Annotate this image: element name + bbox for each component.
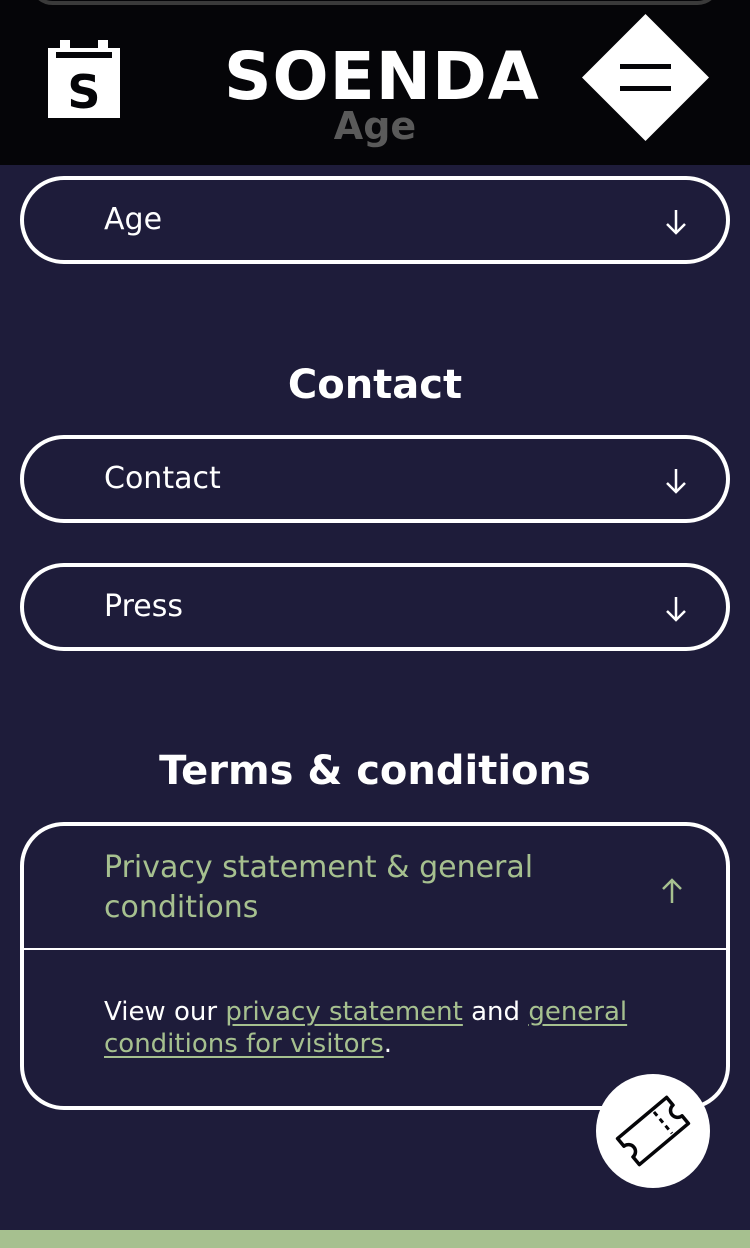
svg-text:S: S: [67, 65, 100, 119]
ghost-section-title: Age: [333, 104, 417, 148]
privacy-statement-link[interactable]: privacy statement: [225, 997, 463, 1027]
accordion-privacy-header[interactable]: Privacy statement & general conditions: [24, 826, 726, 948]
site-header: S SOENDA Age: [0, 0, 750, 165]
accordion-age-label: Age: [104, 202, 163, 237]
accordion-contact[interactable]: Contact: [20, 435, 730, 523]
accordion-age[interactable]: Age: [20, 176, 730, 264]
accordion-press[interactable]: Press: [20, 563, 730, 651]
arrow-down-icon: [666, 210, 686, 235]
calendar-s-logo-icon[interactable]: S: [46, 38, 122, 120]
footer-band: [0, 1230, 750, 1248]
accordion-privacy-body: View our privacy statement and general c…: [104, 996, 664, 1060]
arrow-down-icon: [666, 597, 686, 622]
body-suffix: .: [383, 1029, 393, 1059]
arrow-down-icon: [666, 469, 686, 494]
accordion-privacy-label: Privacy statement & general conditions: [104, 850, 534, 925]
accordion-contact-label: Contact: [104, 461, 221, 496]
accordion-divider: [24, 948, 726, 950]
accordion-press-label: Press: [104, 589, 183, 624]
body-prefix: View our: [104, 997, 218, 1027]
tickets-button[interactable]: [596, 1074, 710, 1188]
section-title-terms: Terms & conditions: [159, 748, 591, 794]
body-mid: and: [471, 997, 521, 1027]
accordion-privacy: Privacy statement & general conditions V…: [20, 822, 730, 1110]
hamburger-icon[interactable]: [582, 14, 709, 141]
section-title-contact: Contact: [287, 362, 463, 408]
search-bar-edge: [30, 0, 720, 5]
arrow-up-icon: [662, 878, 682, 903]
ticket-icon: [615, 1095, 691, 1167]
